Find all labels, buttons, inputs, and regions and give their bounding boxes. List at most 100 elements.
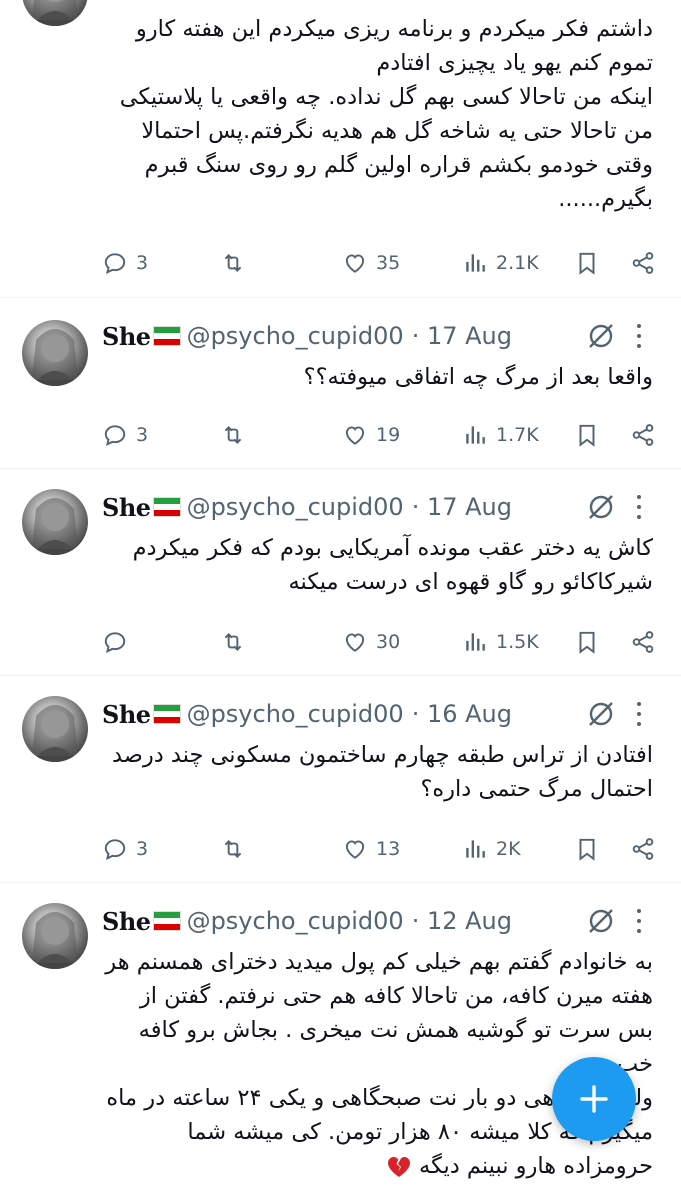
tweet-actions: 30 1.5K [100, 626, 659, 658]
heart-icon [345, 426, 365, 445]
display-name[interactable]: She [102, 700, 151, 729]
tweet-header: She @psycho_cupid00 · 12 Aug [102, 903, 663, 939]
more-dots-icon[interactable] [635, 702, 643, 726]
more-dots-icon[interactable] [635, 324, 643, 348]
tweet-actions: 3 13 2K [100, 833, 659, 865]
iran-flag-icon [152, 326, 181, 346]
compose-button[interactable] [552, 1057, 636, 1141]
retweet-icon [224, 426, 242, 444]
display-name[interactable]: She [102, 907, 151, 936]
reply-button[interactable] [102, 626, 136, 658]
user-handle[interactable]: @psycho_cupid00 [187, 493, 404, 521]
retweet-button[interactable] [220, 419, 246, 451]
tweet-actions: 3 19 1.7K [100, 419, 659, 451]
iran-flag-icon [152, 497, 181, 517]
heart-icon [345, 840, 365, 859]
share-button[interactable] [630, 247, 656, 279]
like-button[interactable]: 19 [342, 419, 400, 451]
grok-slash-icon[interactable] [585, 491, 617, 523]
analytics-bars-icon [466, 633, 485, 651]
retweet-icon [224, 633, 242, 651]
retweet-button[interactable] [220, 247, 246, 279]
heart-icon [345, 254, 365, 273]
like-button[interactable]: 35 [342, 247, 400, 279]
plus-icon [580, 1085, 608, 1113]
tweet-text: افتادن از تراس طبقه چهارم ساختمون مسکونی… [111, 742, 653, 802]
share-icon [632, 838, 654, 860]
reply-bubble-icon [104, 425, 126, 446]
more-dots-icon[interactable] [635, 909, 643, 933]
share-icon [632, 631, 654, 653]
share-button[interactable] [630, 419, 656, 451]
tweet-date[interactable]: · 12 Aug [412, 907, 512, 935]
like-button[interactable]: 13 [342, 833, 400, 865]
bookmark-button[interactable] [574, 419, 600, 451]
views-button[interactable]: 1.5K [462, 626, 539, 658]
views-button[interactable]: 1.7K [462, 419, 539, 451]
views-button[interactable]: 2.1K [462, 247, 539, 279]
views-count: 1.5K [496, 631, 539, 653]
display-name[interactable]: She [102, 493, 151, 522]
reply-bubble-icon [104, 253, 126, 274]
user-handle[interactable]: @psycho_cupid00 [187, 700, 404, 728]
tweet-4[interactable]: She @psycho_cupid00 · 12 Aug به خانوادم … [0, 883, 681, 1200]
grok-slash-icon[interactable] [585, 698, 617, 730]
bookmark-button[interactable] [574, 833, 600, 865]
display-name[interactable]: She [102, 322, 151, 351]
tweet-date[interactable]: · 17 Aug [412, 493, 512, 521]
tweet-header: She @psycho_cupid00 · 17 Aug [102, 318, 663, 354]
reply-count: 3 [136, 424, 149, 446]
retweet-button[interactable] [220, 833, 246, 865]
broken-heart-emoji-icon [387, 1156, 410, 1177]
reply-count: 3 [136, 252, 149, 274]
tweet-date[interactable]: · 16 Aug [412, 700, 512, 728]
reply-button[interactable]: 3 [102, 247, 148, 279]
bookmark-icon [579, 424, 595, 447]
tweet-actions: 3 35 2.1K [100, 247, 659, 279]
tweet-text: کاش یه دختر عقب مونده آمریکایی بودم که ف… [132, 535, 653, 595]
reply-button[interactable]: 3 [102, 419, 148, 451]
retweet-button[interactable] [220, 626, 246, 658]
more-dots-icon[interactable] [635, 495, 643, 519]
bookmark-button[interactable] [574, 626, 600, 658]
share-button[interactable] [630, 833, 656, 865]
tweet-1[interactable]: She @psycho_cupid00 · 17 Aug واقعا بعد ا… [0, 298, 681, 469]
share-button[interactable] [630, 626, 656, 658]
avatar[interactable] [22, 696, 88, 762]
avatar[interactable] [22, 0, 88, 26]
tweet-3[interactable]: She @psycho_cupid00 · 16 Aug افتادن از ت… [0, 676, 681, 883]
share-icon [632, 252, 654, 274]
analytics-bars-icon [466, 840, 485, 858]
retweet-icon [224, 840, 242, 858]
like-count: 13 [376, 838, 401, 860]
views-button[interactable]: 2K [462, 833, 521, 865]
analytics-bars-icon [466, 426, 485, 444]
user-handle[interactable]: @psycho_cupid00 [187, 907, 404, 935]
views-count: 2K [496, 838, 521, 860]
tweet-text: واقعا بعد از مرگ چه اتفاقی میوفته؟؟ [303, 364, 653, 390]
tweet-header: She @psycho_cupid00 · 17 Aug [102, 489, 663, 525]
share-icon [632, 424, 654, 446]
tweet-date[interactable]: · 17 Aug [412, 322, 512, 350]
user-handle[interactable]: @psycho_cupid00 [187, 322, 404, 350]
analytics-bars-icon [466, 254, 485, 272]
tweet-header: She @psycho_cupid00 · 16 Aug [102, 696, 663, 732]
views-count: 1.7K [496, 424, 539, 446]
bookmark-button[interactable] [574, 247, 600, 279]
bookmark-icon [579, 631, 595, 654]
grok-slash-icon[interactable] [585, 905, 617, 937]
iran-flag-icon [152, 911, 181, 931]
retweet-icon [224, 254, 242, 272]
grok-slash-icon[interactable] [585, 320, 617, 352]
avatar[interactable] [22, 489, 88, 555]
like-button[interactable]: 30 [342, 626, 400, 658]
tweet-2[interactable]: She @psycho_cupid00 · 17 Aug کاش یه دختر… [0, 469, 681, 676]
tweet-text: داشتم فکر میکردم و برنامه ریزی میکردم ای… [119, 16, 653, 212]
avatar[interactable] [22, 320, 88, 386]
tweet-0[interactable]: داشتم فکر میکردم و برنامه ریزی میکردم ای… [0, 0, 681, 298]
reply-bubble-icon [104, 632, 126, 653]
reply-button[interactable]: 3 [102, 833, 148, 865]
avatar[interactable] [22, 903, 88, 969]
heart-icon [345, 633, 365, 652]
bookmark-icon [579, 252, 595, 275]
